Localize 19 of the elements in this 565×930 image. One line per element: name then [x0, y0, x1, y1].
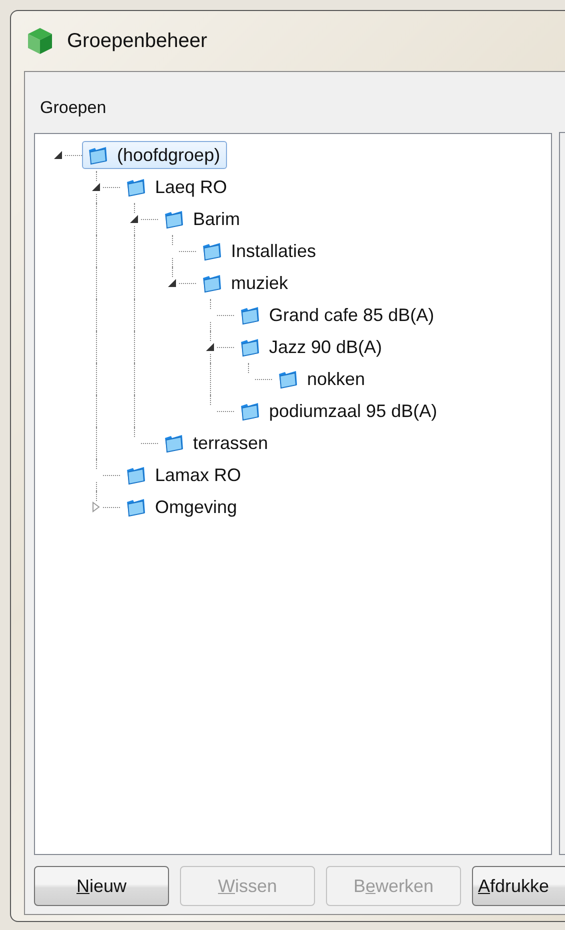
folder-icon — [201, 240, 223, 262]
folder-icon — [239, 304, 261, 326]
folder-icon — [163, 432, 185, 454]
folder-icon — [125, 496, 147, 518]
dialog-button[interactable]: Afdrukke — [472, 866, 565, 906]
folder-icon — [163, 208, 185, 230]
folder-icon — [125, 176, 147, 198]
folder-icon — [239, 336, 261, 358]
folder-icon — [125, 464, 147, 486]
folder-icon — [239, 400, 261, 422]
panel-label: Groepen — [40, 98, 106, 118]
folder-icon — [277, 368, 299, 390]
tree-item[interactable]: (hoofdgroep) — [82, 141, 228, 169]
folder-icon — [201, 272, 223, 294]
dialog-button[interactable]: Nieuw — [34, 866, 169, 906]
window-title: Groepenbeheer — [67, 30, 208, 52]
tree-view[interactable]: (hoofdgroep) Laeq RO Barim Installaties muziek Grand cafe 85 dB(A) Jazz 90 dB(A) nokken podiumzaal 95 dB(A) terrassen Lamax RO Omgeving — [34, 133, 552, 855]
folder-icon — [87, 144, 109, 166]
cube-icon — [27, 27, 53, 55]
